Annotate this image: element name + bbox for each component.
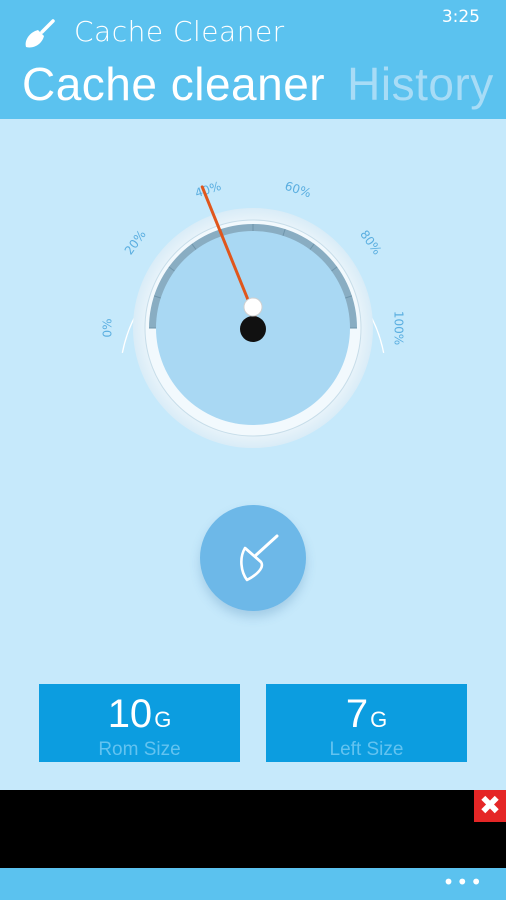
gauge-label-0: 0% bbox=[101, 318, 115, 337]
left-size-tile: 7G Left Size bbox=[266, 684, 467, 762]
broom-icon bbox=[240, 534, 279, 582]
header: 3:25 Cache Cleaner Cache cleaner History bbox=[0, 0, 506, 119]
gauge-hub-light bbox=[243, 297, 263, 317]
ad-banner[interactable]: ✖ bbox=[0, 790, 506, 868]
rom-size-tile: 10G Rom Size bbox=[39, 684, 240, 762]
rom-size-value-group: 10G bbox=[39, 690, 240, 744]
gauge-label-40: 40% bbox=[193, 179, 223, 201]
tab-history[interactable]: History bbox=[347, 57, 494, 111]
clean-button[interactable] bbox=[200, 505, 306, 611]
rom-size-label: Rom Size bbox=[98, 739, 181, 760]
gauge-label-100: 100% bbox=[392, 311, 406, 345]
gauge-label-20: 20% bbox=[122, 228, 149, 258]
cache-gauge: 0% 20% 40% 60% 80% 100% bbox=[101, 179, 406, 448]
left-size-unit: G bbox=[370, 707, 388, 732]
close-icon[interactable]: ✖ bbox=[474, 790, 506, 822]
gauge-label-60: 60% bbox=[283, 179, 313, 201]
left-size-value-group: 7G bbox=[266, 690, 467, 744]
more-options-button[interactable]: ••• bbox=[443, 868, 484, 900]
app-title: Cache Cleaner bbox=[74, 15, 285, 48]
rom-size-unit: G bbox=[154, 707, 172, 732]
tab-cache-cleaner[interactable]: Cache cleaner bbox=[22, 57, 325, 111]
broom-icon bbox=[25, 19, 55, 48]
gauge-label-80: 80% bbox=[357, 228, 384, 258]
pivot-tabs: Cache cleaner History bbox=[22, 57, 506, 111]
left-size-label: Left Size bbox=[329, 739, 404, 760]
app-bar: ••• bbox=[0, 868, 506, 900]
status-time: 3:25 bbox=[441, 7, 480, 27]
rom-size-value: 10 bbox=[107, 692, 153, 736]
left-size-value: 7 bbox=[345, 692, 369, 736]
gauge-hub-dark bbox=[240, 316, 266, 342]
